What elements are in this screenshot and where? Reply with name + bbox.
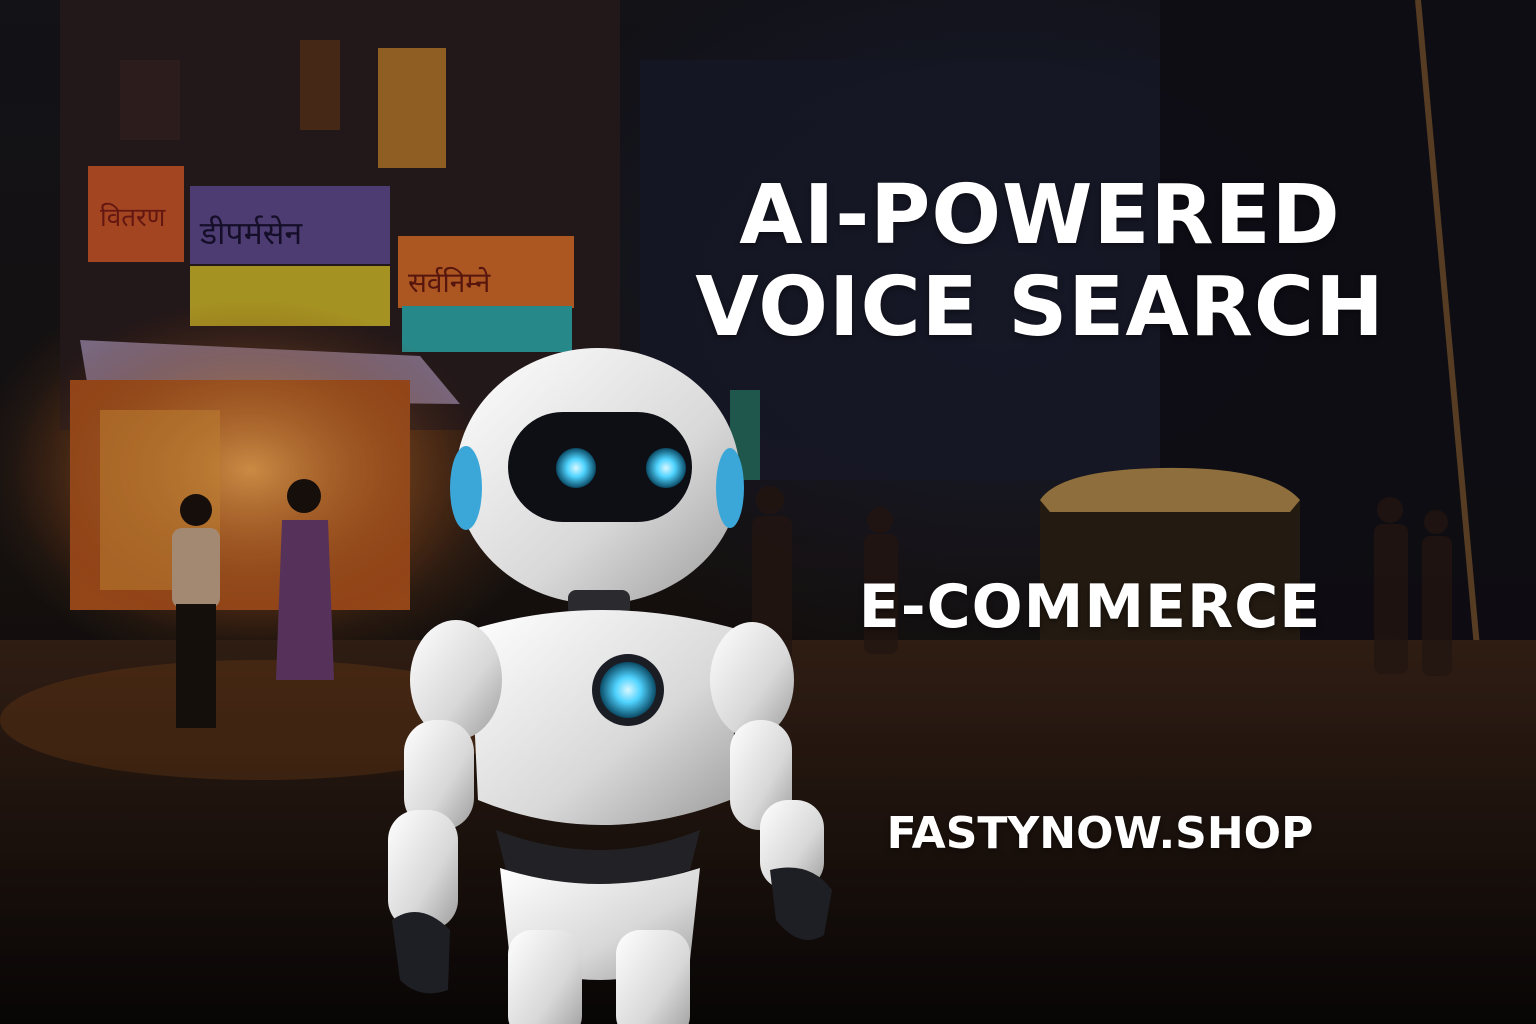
headline-line-1: AI-POWERED bbox=[739, 168, 1341, 263]
poster-scene: वितरण डीपर्मसेन सर्वनिम्ने AI-POWERED VO… bbox=[0, 0, 1536, 1024]
website-link: FASTYNOW.SHOP bbox=[886, 808, 1314, 859]
headline: AI-POWERED VOICE SEARCH bbox=[600, 170, 1480, 354]
headline-line-2: VOICE SEARCH bbox=[695, 260, 1385, 355]
robot-ear bbox=[716, 448, 744, 528]
robot-torso bbox=[470, 610, 740, 980]
robot-eye bbox=[646, 448, 686, 488]
subhead: E-COMMERCE bbox=[858, 572, 1322, 642]
robot bbox=[388, 348, 832, 1024]
robot-eye bbox=[556, 448, 596, 488]
robot-head bbox=[450, 348, 744, 604]
robot-arm-left bbox=[388, 620, 502, 994]
robot-ear bbox=[450, 446, 482, 530]
